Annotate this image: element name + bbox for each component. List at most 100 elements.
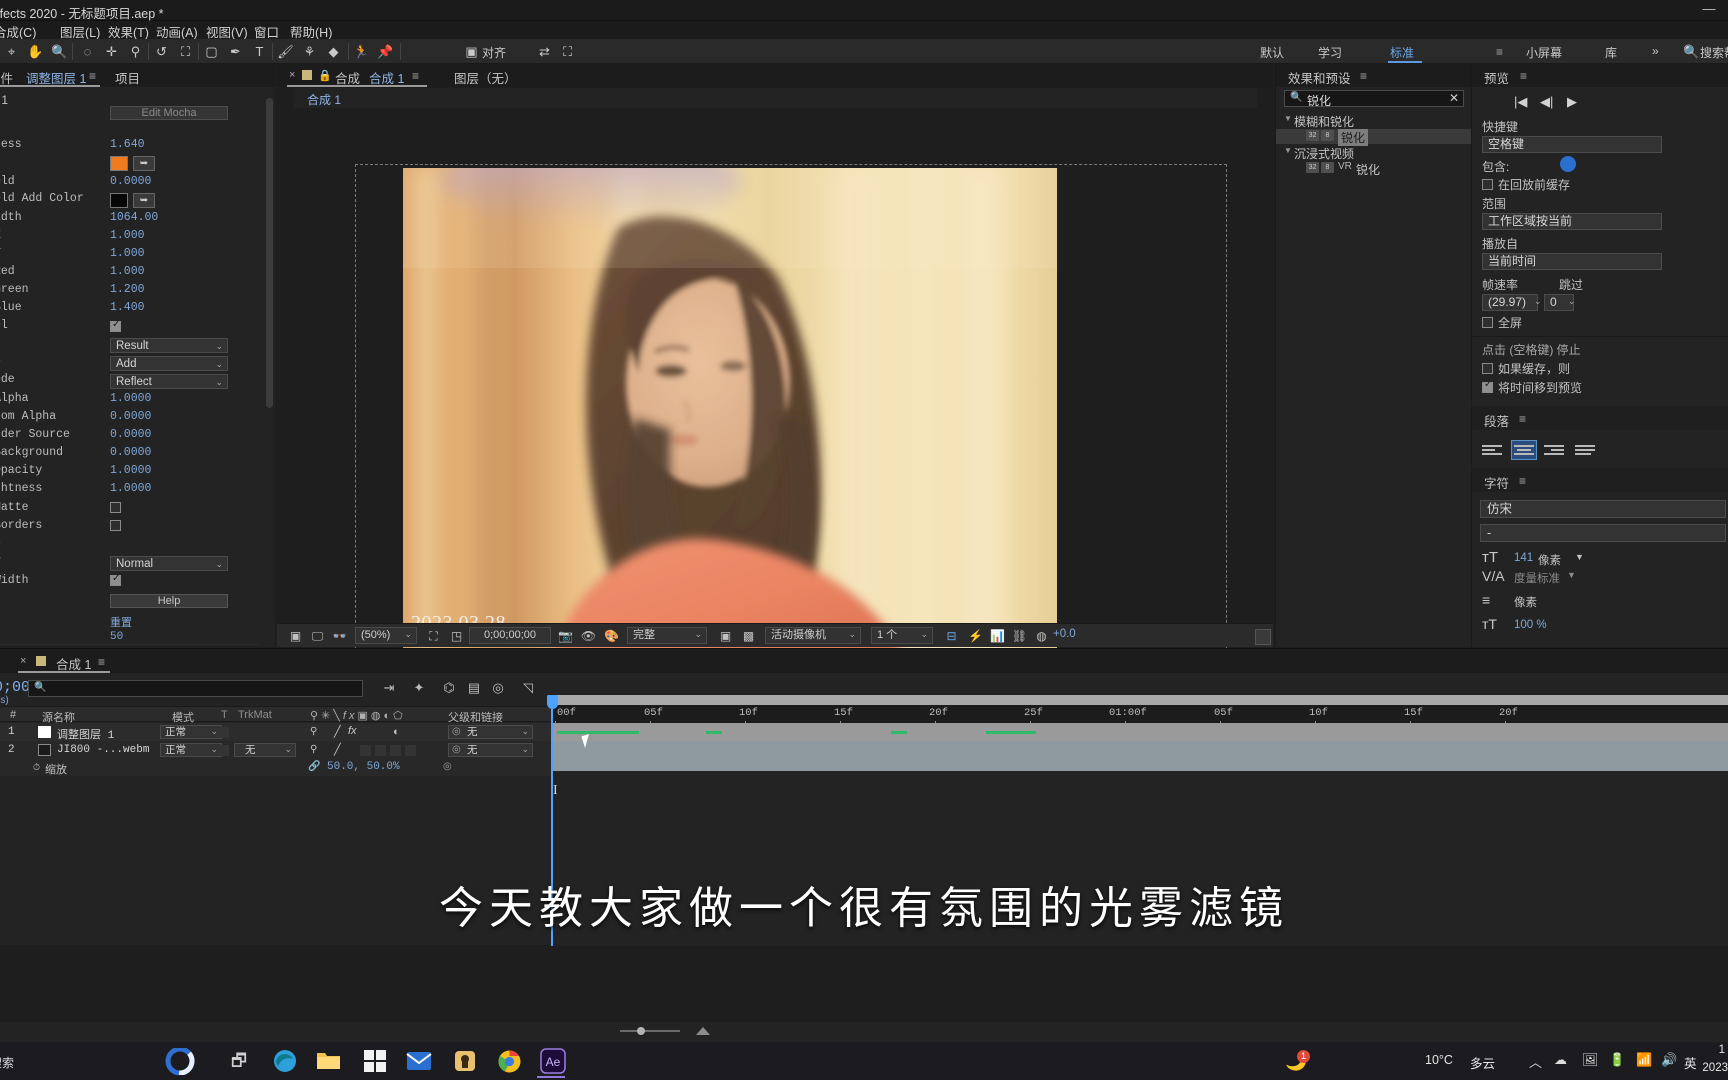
edit-mocha-button[interactable]: Edit Mocha — [110, 106, 228, 120]
rotation-tool-icon[interactable]: ↺ — [152, 42, 171, 61]
volume-icon[interactable]: 🔊 — [1661, 1052, 1677, 1068]
taskbar-clock-time[interactable]: 1 — [1719, 1044, 1725, 1056]
show-snapshot-icon[interactable]: 👁 — [580, 628, 597, 644]
framerate-dropdown[interactable]: (29.97) — [1482, 294, 1538, 311]
layer-quality-icon[interactable]: ╱ — [334, 725, 341, 738]
fx-value[interactable]: 1.640 — [110, 138, 145, 151]
link-constrain-icon[interactable]: 🔗 — [308, 761, 320, 772]
effects-group-immersive-video[interactable]: ▼ 沉浸式视频 — [1276, 145, 1472, 161]
move-time-checkbox[interactable] — [1482, 379, 1493, 393]
ime-indicator[interactable]: 英 — [1684, 1053, 1697, 1072]
keyframe-segment[interactable] — [557, 731, 639, 734]
clear-search-icon[interactable]: ✕ — [1449, 91, 1459, 105]
motion-blur-icon[interactable]: ⌬ — [439, 678, 459, 698]
scrub-track[interactable] — [620, 1030, 680, 1032]
effects-presets-tab-title[interactable]: 效果和预设 — [1288, 68, 1351, 87]
bottom-scrub-bar[interactable] — [0, 1022, 1728, 1042]
comp-flowchart-icon[interactable]: ⛓ — [1011, 628, 1028, 644]
type-tool-icon[interactable]: T — [250, 42, 269, 61]
region-render-icon[interactable]: ▣ — [717, 628, 734, 644]
character-menu-icon[interactable]: ≡ — [1519, 474, 1526, 488]
cortana-icon[interactable] — [160, 1048, 200, 1075]
chrome-browser-icon[interactable] — [494, 1046, 524, 1076]
fx-value[interactable]: 0.0000 — [110, 410, 151, 423]
range-dropdown[interactable]: 工作区域按当前 — [1482, 213, 1662, 230]
fx-value-50[interactable]: 50 — [110, 631, 123, 643]
chevron-up-icon[interactable]: ︿ — [1529, 1052, 1542, 1071]
tracking-value[interactable]: 度量标准 — [1514, 570, 1560, 586]
clone-stamp-tool-icon[interactable]: ⚘ — [300, 42, 319, 61]
region-of-interest-icon[interactable]: 🖵 — [309, 628, 326, 644]
selection-tool-icon[interactable]: ⌖ — [2, 42, 21, 61]
eyedropper-icon[interactable]: ➥ — [133, 193, 155, 208]
window-minimize-button[interactable]: — — [1698, 2, 1720, 18]
property-value[interactable]: 50.0, 50.0% — [327, 761, 400, 773]
wifi-icon[interactable]: 📶 — [1636, 1052, 1652, 1068]
fullscreen-checkbox[interactable] — [1482, 317, 1493, 328]
fx-dropdown[interactable]: Reflect ⌄ — [110, 374, 228, 389]
file-explorer-icon[interactable] — [314, 1046, 344, 1076]
layer-t-toggle[interactable] — [218, 727, 229, 738]
after-effects-icon[interactable]: Ae — [538, 1046, 568, 1076]
go-to-start-icon[interactable]: |◀ — [1514, 94, 1527, 110]
layer-switch-box[interactable] — [375, 745, 386, 756]
timecode-display[interactable]: 0;00;00;00 — [469, 627, 551, 644]
eraser-tool-icon[interactable]: ◆ — [324, 42, 343, 61]
workspace-standard[interactable]: 标准 — [1390, 44, 1414, 61]
layer-t-toggle[interactable] — [218, 745, 229, 756]
include-toggle-icon[interactable] — [1560, 156, 1576, 172]
comp-render-icon[interactable]: ◹ — [518, 678, 538, 698]
transparency-grid-icon[interactable]: ▩ — [740, 628, 757, 644]
search-help-label[interactable]: 搜索帮助 — [1700, 44, 1728, 61]
fx-value[interactable]: 0.0000 — [110, 446, 151, 459]
layer-track-1[interactable] — [551, 723, 1728, 741]
battery-icon[interactable]: 🔋 — [1609, 1052, 1625, 1068]
color-swatch[interactable] — [110, 193, 128, 208]
weather-description[interactable]: 多云 — [1470, 1053, 1495, 1072]
layer-name[interactable]: 调整图层 1 — [57, 726, 114, 742]
layer-color-swatch[interactable] — [38, 726, 51, 738]
onedrive-icon[interactable]: ☁ — [1554, 1052, 1567, 1068]
layer-audio-icon[interactable]: ⚲ — [310, 726, 317, 737]
align-center-button[interactable] — [1511, 440, 1537, 460]
layer-property-track[interactable] — [551, 759, 1728, 771]
align-grid-icon[interactable]: ▣ — [462, 42, 481, 61]
stopwatch-icon[interactable]: ⏱ — [33, 762, 40, 773]
render-queue-corner[interactable] — [1255, 629, 1271, 645]
taskbar-clock-date[interactable]: 2023 — [1702, 1062, 1728, 1074]
align-frame-icon[interactable]: ⛶ — [558, 42, 577, 61]
effects-group-blur-sharpen[interactable]: ▼ 模糊和锐化 — [1276, 113, 1472, 129]
pixel-aspect-icon[interactable]: ⊟ — [943, 628, 960, 644]
pan-behind-tool-icon[interactable]: ✛ — [102, 42, 121, 61]
layer-mode-dropdown[interactable]: 正常 ⌄ — [160, 725, 222, 739]
table-row[interactable]: 1 调整图层 1 正常 ⌄ ⚲ ╱ fx ◐ ◎ 无 ⌄ — [0, 723, 551, 742]
comp-menu-icon[interactable]: ≡ — [412, 69, 419, 83]
quality-dropdown[interactable]: 完整 ⌄ — [627, 627, 707, 644]
snap-label[interactable]: 对齐 — [482, 44, 506, 61]
font-style-dropdown[interactable]: - — [1480, 524, 1726, 542]
scrub-handle[interactable] — [637, 1027, 645, 1035]
brush-tool-icon[interactable]: 🖌 — [276, 42, 295, 61]
effect-controls-scrollbar[interactable] — [266, 98, 273, 408]
chevron-down-icon[interactable]: ▼ — [1575, 552, 1584, 562]
security-app-icon[interactable] — [450, 1046, 480, 1076]
layer-parent-dropdown[interactable]: ◎ 无 ⌄ — [448, 743, 533, 757]
eyedropper-icon[interactable]: ➥ — [133, 156, 155, 171]
fx-value[interactable]: 1.0000 — [110, 482, 151, 495]
camera-dropdown[interactable]: 活动摄像机 ⌄ — [765, 627, 861, 644]
table-row[interactable]: 2 JI800 -...webm 正常 ⌄ 无 ⌄ ⚲ ╱ ◎ 无 ⌄ — [0, 741, 551, 759]
work-area-bar[interactable] — [551, 695, 1728, 705]
align-left-button[interactable] — [1480, 440, 1506, 460]
fx-value[interactable]: 1.000 — [110, 229, 145, 242]
layer-switch-box[interactable] — [360, 745, 371, 756]
effects-presets-menu-icon[interactable]: ≡ — [1360, 69, 1367, 83]
reset-link[interactable]: 重置 — [110, 614, 132, 630]
taskbar-search-label[interactable]: 搜索 — [0, 1054, 14, 1071]
paragraph-menu-icon[interactable]: ≡ — [1519, 412, 1526, 426]
close-icon[interactable]: × — [20, 655, 26, 667]
fx-value[interactable]: 1.0000 — [110, 464, 151, 477]
close-icon[interactable]: × — [289, 69, 295, 81]
effect-controls-menu-icon[interactable]: ≡ — [89, 69, 96, 83]
fx-value[interactable]: 1.000 — [110, 247, 145, 260]
scale-value[interactable]: 100 % — [1514, 619, 1547, 631]
